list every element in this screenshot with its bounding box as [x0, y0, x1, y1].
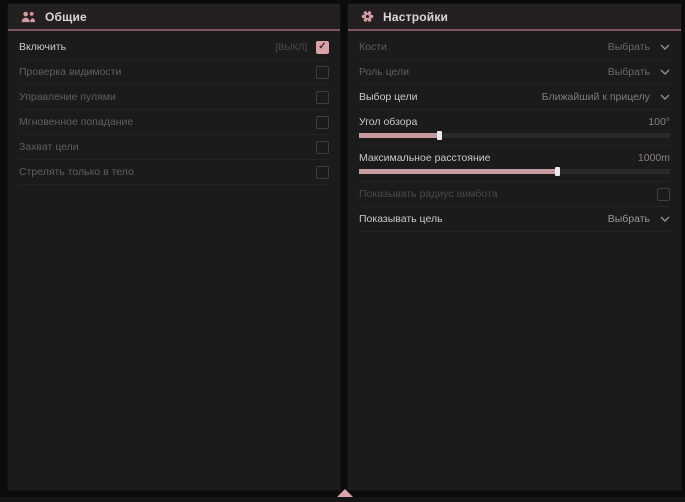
visibility-check-checkbox[interactable] [316, 66, 329, 79]
row-body-only-label: Стрелять только в тело [19, 166, 134, 178]
bones-dropdown-value: Выбрать [608, 41, 650, 53]
chevron-down-icon [660, 94, 670, 100]
show-target-dropdown[interactable]: Выбрать [608, 213, 670, 225]
max-distance-slider[interactable] [359, 169, 670, 174]
row-bullet-control-label: Управление пулями [19, 91, 116, 103]
gear-icon [361, 10, 374, 23]
row-target-role: Роль цели Выбрать [359, 60, 670, 85]
panel-general-title: Общие [45, 10, 87, 24]
max-distance-label: Максимальное расстояние [359, 152, 490, 164]
fov-slider-block: Угол обзора 100° [359, 110, 670, 146]
instant-hit-checkbox[interactable] [316, 116, 329, 129]
fov-value: 100° [648, 116, 670, 128]
fov-slider[interactable] [359, 133, 670, 138]
row-target-selection-label: Выбор цели [359, 91, 418, 103]
fov-label: Угол обзора [359, 116, 417, 128]
target-role-dropdown[interactable]: Выбрать [608, 66, 670, 78]
row-show-aimbot-radius-label: Показывать радиус аимбота [359, 188, 498, 200]
target-selection-dropdown[interactable]: Ближайший к прицелу [542, 91, 670, 103]
max-distance-slider-thumb[interactable] [555, 167, 560, 176]
row-show-target: Показывать цель Выбрать [359, 207, 670, 232]
row-target-lock-label: Захват цели [19, 141, 79, 153]
fov-slider-fill [359, 133, 440, 138]
panel-settings-title: Настройки [383, 10, 448, 24]
row-target-role-label: Роль цели [359, 66, 409, 78]
users-icon [21, 11, 36, 23]
row-visibility-check[interactable]: Проверка видимости [19, 60, 329, 85]
bullet-control-checkbox[interactable] [316, 91, 329, 104]
panel-general: Общие Включить [ВЫКЛ] Проверка видимости… [8, 4, 340, 490]
show-aimbot-radius-checkbox[interactable] [657, 188, 670, 201]
chevron-down-icon [660, 216, 670, 222]
panel-settings-body: Кости Выбрать Роль цели Выбрать Выбор це… [348, 31, 681, 232]
fov-slider-thumb[interactable] [437, 131, 442, 140]
enable-checkbox[interactable] [316, 41, 329, 54]
row-bullet-control[interactable]: Управление пулями [19, 85, 329, 110]
show-target-dropdown-value: Выбрать [608, 213, 650, 225]
row-enable[interactable]: Включить [ВЫКЛ] [19, 35, 329, 60]
scroll-up-arrow[interactable] [337, 489, 353, 497]
bottom-strip [0, 497, 685, 502]
body-only-checkbox[interactable] [316, 166, 329, 179]
row-enable-label: Включить [19, 41, 66, 53]
row-bones-label: Кости [359, 41, 387, 53]
panel-settings-header: Настройки [348, 4, 681, 31]
target-selection-dropdown-value: Ближайший к прицелу [542, 91, 650, 103]
target-lock-checkbox[interactable] [316, 141, 329, 154]
chevron-down-icon [660, 69, 670, 75]
row-visibility-check-label: Проверка видимости [19, 66, 121, 78]
chevron-down-icon [660, 44, 670, 50]
row-body-only[interactable]: Стрелять только в тело [19, 160, 329, 185]
panel-settings: Настройки Кости Выбрать Роль цели Выбрат… [348, 4, 681, 490]
max-distance-value: 1000m [638, 152, 670, 164]
bones-dropdown[interactable]: Выбрать [608, 41, 670, 53]
row-instant-hit[interactable]: Мгновенное попадание [19, 110, 329, 135]
row-show-target-label: Показывать цель [359, 213, 443, 225]
row-show-aimbot-radius[interactable]: Показывать радиус аимбота [359, 182, 670, 207]
max-distance-slider-fill [359, 169, 558, 174]
row-instant-hit-label: Мгновенное попадание [19, 116, 133, 128]
row-target-lock[interactable]: Захват цели [19, 135, 329, 160]
panel-general-header: Общие [8, 4, 340, 31]
target-role-dropdown-value: Выбрать [608, 66, 650, 78]
panel-general-body: Включить [ВЫКЛ] Проверка видимости Управ… [8, 31, 340, 185]
row-bones: Кости Выбрать [359, 35, 670, 60]
row-target-selection: Выбор цели Ближайший к прицелу [359, 85, 670, 110]
max-distance-slider-block: Максимальное расстояние 1000m [359, 146, 670, 182]
keybind-hint[interactable]: [ВЫКЛ] [275, 42, 307, 53]
